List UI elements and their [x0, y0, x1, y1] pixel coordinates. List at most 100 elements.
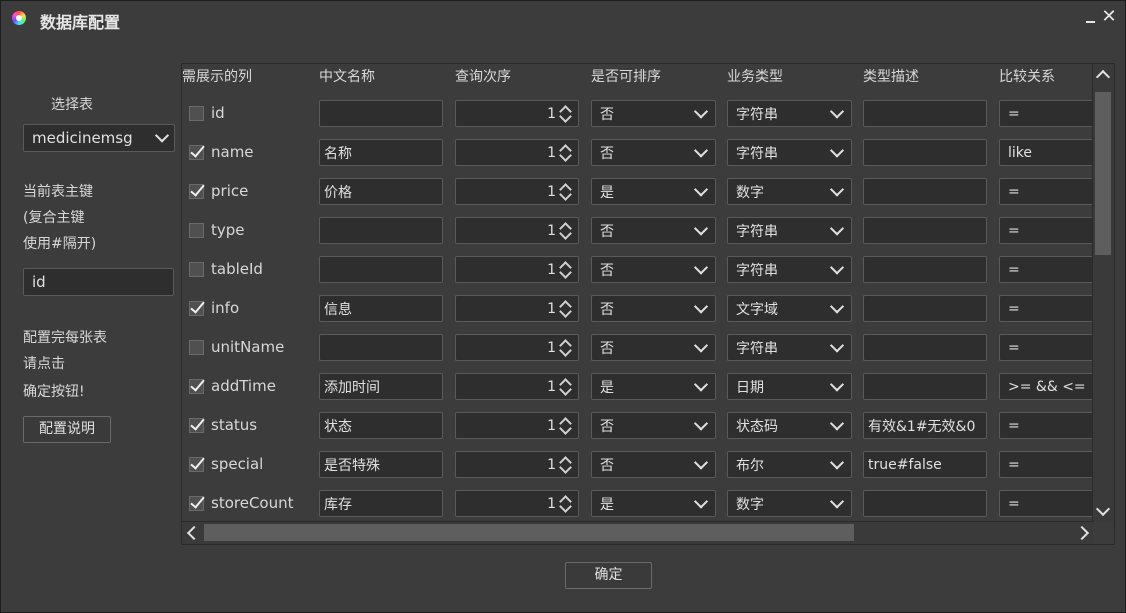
compare-input[interactable]: like	[999, 139, 1099, 166]
chinese-name-input[interactable]	[319, 100, 443, 127]
chinese-name-input[interactable]: 名称	[319, 139, 443, 166]
horizontal-scrollbar[interactable]	[182, 521, 1094, 544]
table-select-value: medicinemsg	[32, 129, 133, 147]
compare-input[interactable]: =	[999, 451, 1099, 478]
type-desc-input[interactable]: true#false	[863, 451, 987, 478]
vertical-scroll-thumb[interactable]	[1095, 92, 1111, 255]
type-desc-input[interactable]	[863, 295, 987, 322]
chinese-name-value: 信息	[324, 301, 352, 318]
type-desc-input[interactable]	[863, 100, 987, 127]
show-column-checkbox[interactable]	[189, 106, 204, 121]
help-button[interactable]: 配置说明	[23, 416, 111, 443]
primary-key-field[interactable]: id	[23, 268, 174, 296]
query-order-spinbox[interactable]: 1	[455, 178, 579, 205]
ok-button[interactable]: 确定	[565, 562, 652, 589]
scroll-right-icon[interactable]	[1074, 525, 1090, 541]
query-order-spinbox[interactable]: 1	[455, 256, 579, 283]
business-type-select[interactable]: 日期	[727, 373, 852, 400]
close-icon[interactable]: ✕	[1101, 8, 1117, 26]
type-desc-input[interactable]	[863, 139, 987, 166]
query-order-spinbox[interactable]: 1	[455, 334, 579, 361]
sortable-select[interactable]: 否	[591, 412, 716, 439]
business-type-select[interactable]: 数字	[727, 178, 852, 205]
sortable-select[interactable]: 是	[591, 490, 716, 517]
type-desc-input[interactable]	[863, 217, 987, 244]
chevron-down-icon	[693, 181, 709, 197]
show-column-checkbox[interactable]	[189, 496, 204, 511]
sortable-select[interactable]: 是	[591, 178, 716, 205]
sortable-select[interactable]: 否	[591, 217, 716, 244]
chinese-name-input[interactable]: 添加时间	[319, 373, 443, 400]
compare-value: =	[1008, 222, 1020, 239]
business-type-select[interactable]: 状态码	[727, 412, 852, 439]
show-column-checkbox[interactable]	[189, 340, 204, 355]
table-select[interactable]: medicinemsg	[23, 124, 175, 152]
type-desc-input[interactable]	[863, 373, 987, 400]
scroll-left-icon[interactable]	[186, 525, 202, 541]
type-desc-input[interactable]	[863, 256, 987, 283]
show-column-checkbox[interactable]	[189, 223, 204, 238]
query-order-spinbox[interactable]: 1	[455, 490, 579, 517]
business-type-select[interactable]: 字符串	[727, 334, 852, 361]
show-column-checkbox[interactable]	[189, 262, 204, 277]
business-type-select[interactable]: 字符串	[727, 256, 852, 283]
chevron-down-icon	[829, 142, 845, 158]
compare-input[interactable]: =	[999, 490, 1099, 517]
compare-input[interactable]: =	[999, 295, 1099, 322]
sortable-select[interactable]: 否	[591, 451, 716, 478]
query-order-spinbox[interactable]: 1	[455, 295, 579, 322]
chinese-name-input[interactable]	[319, 334, 443, 361]
compare-value: =	[1008, 300, 1020, 317]
scroll-up-icon[interactable]	[1095, 69, 1111, 85]
compare-input[interactable]: =	[999, 334, 1099, 361]
compare-input[interactable]: =	[999, 256, 1099, 283]
chinese-name-input[interactable]: 价格	[319, 178, 443, 205]
type-desc-input[interactable]: 有效&1#无效&0	[863, 412, 987, 439]
scroll-down-icon[interactable]	[1095, 501, 1111, 517]
compare-input[interactable]: =	[999, 217, 1099, 244]
type-desc-input[interactable]	[863, 490, 987, 517]
business-type-select[interactable]: 字符串	[727, 100, 852, 127]
show-column-checkbox[interactable]	[189, 301, 204, 316]
query-order-spinbox[interactable]: 1	[455, 100, 579, 127]
show-column-checkbox[interactable]	[189, 418, 204, 433]
table-row: id 1 否 字符串 =	[182, 94, 1099, 133]
show-column-checkbox[interactable]	[189, 145, 204, 160]
compare-input[interactable]: =	[999, 178, 1099, 205]
compare-value: like	[1008, 144, 1033, 161]
chinese-name-input[interactable]	[319, 256, 443, 283]
business-type-select[interactable]: 数字	[727, 490, 852, 517]
chinese-name-input[interactable]	[319, 217, 443, 244]
query-order-spinbox[interactable]: 1	[455, 373, 579, 400]
sortable-select[interactable]: 否	[591, 256, 716, 283]
type-desc-input[interactable]	[863, 334, 987, 361]
sortable-select[interactable]: 是	[591, 373, 716, 400]
business-type-select[interactable]: 字符串	[727, 217, 852, 244]
sortable-select[interactable]: 否	[591, 100, 716, 127]
type-desc-input[interactable]	[863, 178, 987, 205]
chinese-name-input[interactable]: 是否特殊	[319, 451, 443, 478]
compare-input[interactable]: =	[999, 100, 1099, 127]
query-order-spinbox[interactable]: 1	[455, 451, 579, 478]
show-column-checkbox[interactable]	[189, 457, 204, 472]
chinese-name-input[interactable]: 库存	[319, 490, 443, 517]
compare-input[interactable]: >= && <=	[999, 373, 1099, 400]
vertical-scrollbar[interactable]	[1092, 64, 1114, 522]
chinese-name-input[interactable]: 信息	[319, 295, 443, 322]
query-order-spinbox[interactable]: 1	[455, 412, 579, 439]
compare-input[interactable]: =	[999, 412, 1099, 439]
sortable-select[interactable]: 否	[591, 334, 716, 361]
business-type-select[interactable]: 字符串	[727, 139, 852, 166]
business-type-select[interactable]: 布尔	[727, 451, 852, 478]
table-row: type 1 否 字符串 =	[182, 211, 1099, 250]
minimize-icon[interactable]	[1083, 9, 1099, 25]
sortable-select[interactable]: 否	[591, 139, 716, 166]
query-order-spinbox[interactable]: 1	[455, 217, 579, 244]
business-type-select[interactable]: 文字域	[727, 295, 852, 322]
horizontal-scroll-thumb[interactable]	[204, 524, 854, 541]
sortable-select[interactable]: 否	[591, 295, 716, 322]
show-column-checkbox[interactable]	[189, 379, 204, 394]
chinese-name-input[interactable]: 状态	[319, 412, 443, 439]
show-column-checkbox[interactable]	[189, 184, 204, 199]
query-order-spinbox[interactable]: 1	[455, 139, 579, 166]
